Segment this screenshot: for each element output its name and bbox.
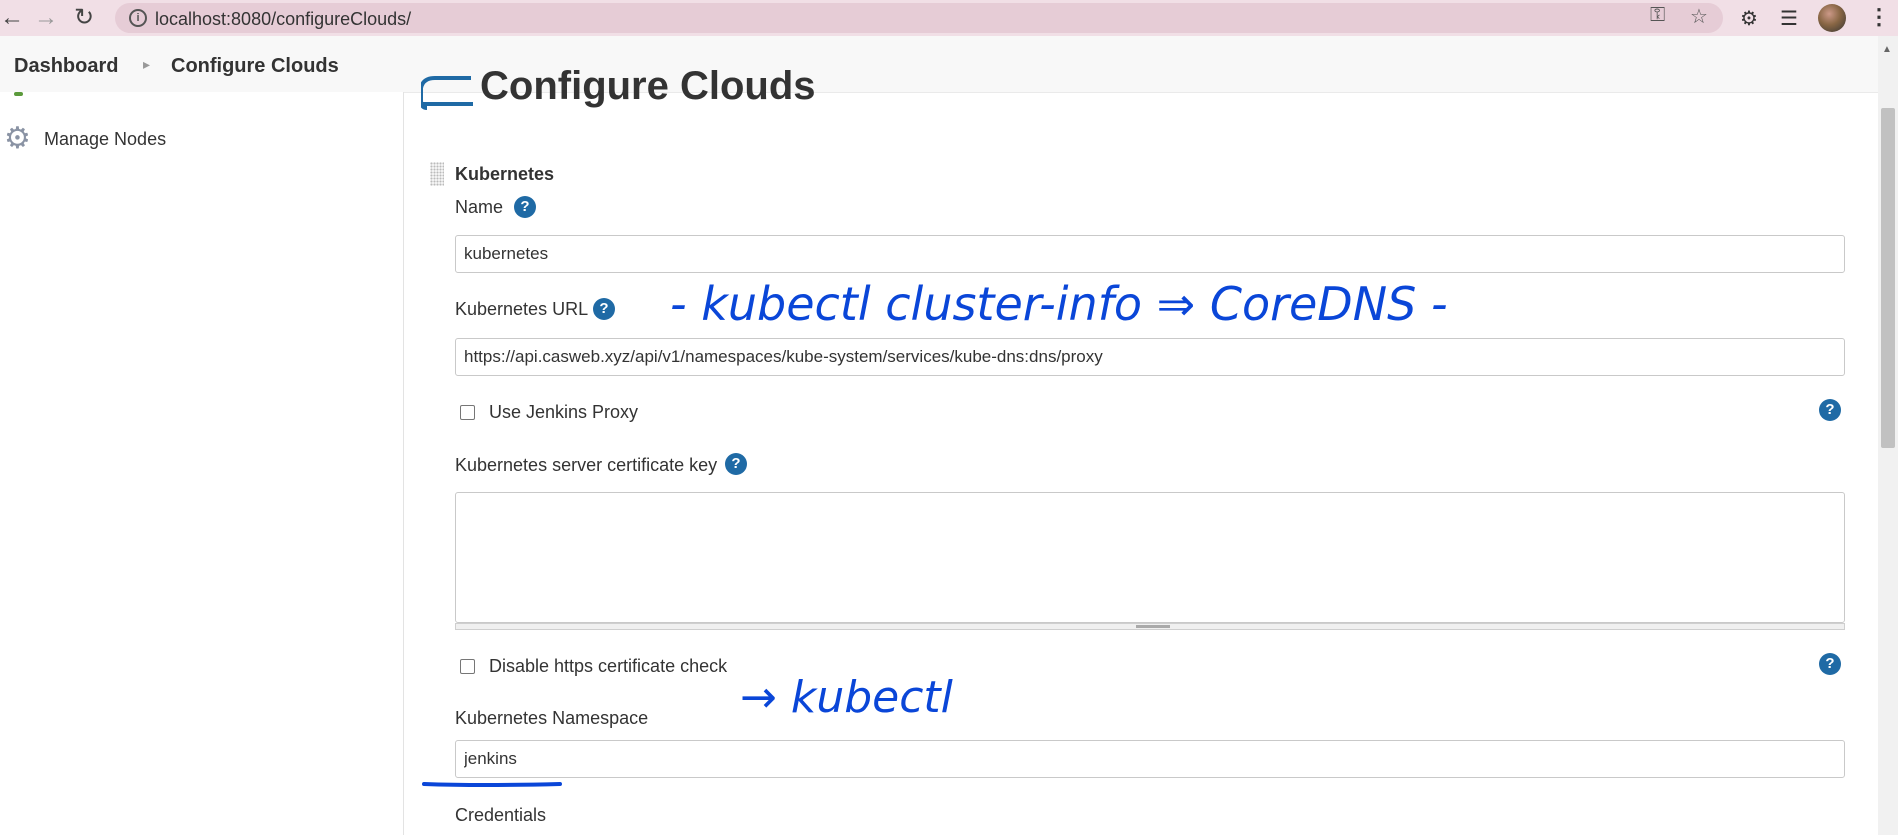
kubernetes-url-input[interactable] [455, 338, 1845, 376]
use-jenkins-proxy-row: Use Jenkins Proxy [460, 402, 638, 423]
scroll-up-arrow-icon[interactable]: ▲ [1882, 44, 1892, 55]
section-heading: Kubernetes [455, 164, 555, 184]
certificate-key-textarea[interactable] [455, 492, 1845, 623]
name-input[interactable] [455, 235, 1845, 273]
cert-key-help-icon[interactable]: ? [725, 453, 747, 475]
breadcrumb: Dashboard ▸ Configure Clouds [0, 36, 1878, 93]
breadcrumb-dashboard[interactable]: Dashboard [14, 55, 118, 78]
drag-handle-icon[interactable] [430, 162, 444, 186]
resize-grip-icon[interactable] [1136, 625, 1170, 628]
gear-icon: ⚙ [4, 122, 31, 155]
sidebar [0, 92, 404, 835]
browser-toolbar: ← → ↻ i localhost:8080/configureClouds/ … [0, 0, 1898, 36]
media-playlist-icon[interactable]: ☰ [1780, 6, 1798, 31]
menu-dots-icon[interactable]: ⋮ [1868, 4, 1890, 30]
annotation-underline [422, 782, 562, 787]
cloud-icon [421, 76, 473, 110]
sidebar-status-mark [14, 92, 23, 96]
disable-https-checkbox[interactable] [460, 659, 475, 674]
star-icon[interactable]: ☆ [1690, 4, 1708, 29]
disable-https-label[interactable]: Disable https certificate check [489, 656, 727, 677]
address-url[interactable]: localhost:8080/configureClouds/ [155, 9, 411, 30]
scrollbar-thumb[interactable] [1881, 108, 1895, 448]
cert-key-label: Kubernetes server certificate key [455, 455, 718, 475]
name-label: Name [455, 197, 504, 217]
disable-https-row: Disable https certificate check [460, 656, 727, 677]
breadcrumb-configure-clouds[interactable]: Configure Clouds [171, 55, 339, 78]
url-label: Kubernetes URL [455, 299, 589, 319]
annotation-line-2: → kubectl [740, 672, 954, 723]
key-icon[interactable]: ⚿ [1650, 4, 1665, 27]
breadcrumb-chevron-icon[interactable]: ▸ [143, 56, 150, 73]
use-jenkins-proxy-label[interactable]: Use Jenkins Proxy [489, 402, 638, 423]
reload-icon[interactable]: ↻ [74, 6, 94, 30]
profile-avatar[interactable] [1818, 4, 1846, 32]
site-info-icon[interactable]: i [129, 9, 147, 27]
credentials-label: Credentials [455, 805, 547, 825]
sidebar-item-manage-nodes[interactable]: ⚙ Manage Nodes [4, 124, 166, 154]
forward-arrow-icon[interactable]: → [34, 6, 58, 30]
url-help-icon[interactable]: ? [593, 298, 615, 320]
namespace-input[interactable] [455, 740, 1845, 778]
https-help-icon[interactable]: ? [1819, 653, 1841, 675]
back-arrow-icon[interactable]: ← [0, 6, 24, 30]
page-title: Configure Clouds [480, 64, 816, 108]
use-jenkins-proxy-checkbox[interactable] [460, 405, 475, 420]
sidebar-item-label: Manage Nodes [44, 128, 167, 149]
annotation-line-1: - kubectl cluster-info ⇒ CoreDNS - [670, 277, 1448, 331]
name-help-icon[interactable]: ? [514, 196, 536, 218]
namespace-label: Kubernetes Namespace [455, 708, 649, 728]
proxy-help-icon[interactable]: ? [1819, 399, 1841, 421]
puzzle-icon[interactable]: ⚙ [1740, 6, 1758, 31]
address-bar[interactable]: i localhost:8080/configureClouds/ [115, 3, 1723, 33]
